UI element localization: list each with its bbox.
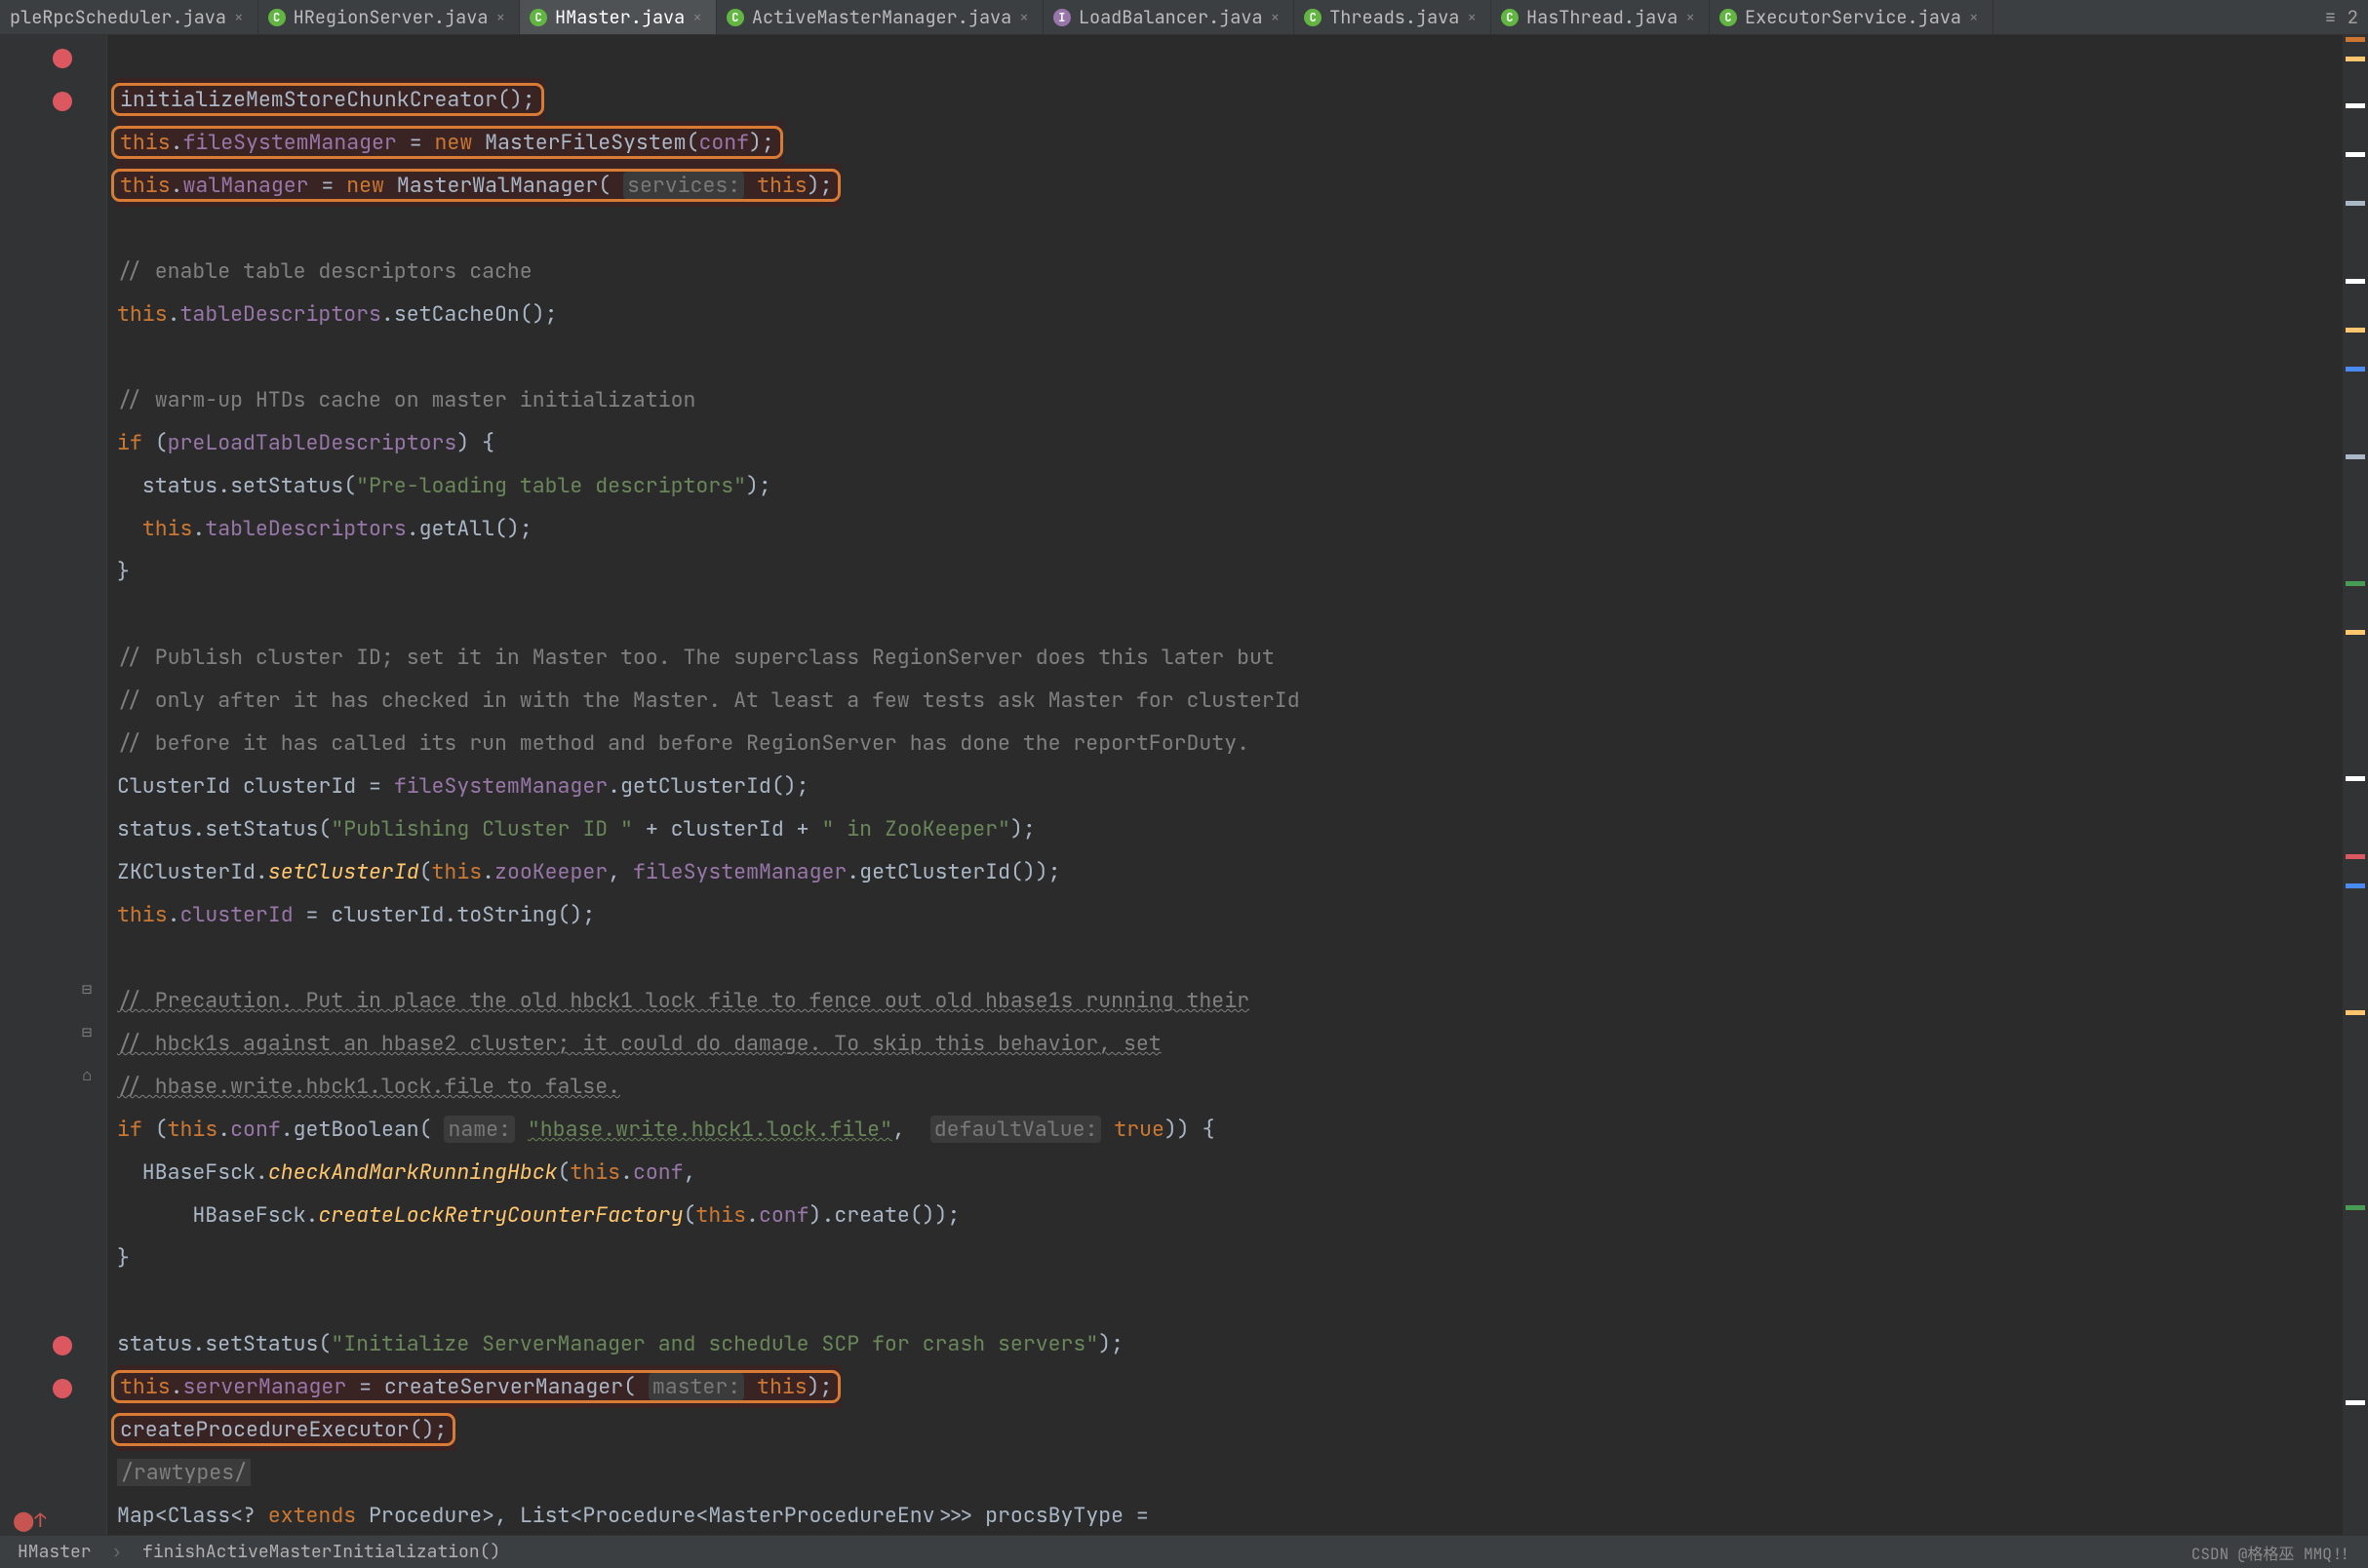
breakpoint-icon[interactable] [53, 92, 72, 111]
code-line: status.setStatus("Initialize ServerManag… [117, 1330, 1124, 1357]
tab-label: LoadBalancer.java [1079, 5, 1263, 29]
tab-hasthread[interactable]: HasThread.java × [1491, 0, 1710, 34]
vcs-up-icon[interactable]: ⬤↑ [13, 1508, 46, 1533]
tab-label: pleRpcScheduler.java [10, 5, 226, 29]
overflow-icon: ≡ 2 [2325, 5, 2358, 29]
code-pane[interactable]: initializeMemStoreChunkCreator(); this.f… [107, 35, 2343, 1535]
chevron-right-icon: › [101, 1541, 132, 1563]
code-line: /rawtypes/ [117, 1459, 251, 1486]
code-line: status.setStatus("Pre-loading table desc… [117, 472, 771, 499]
code-line: this.tableDescriptors.getAll(); [117, 515, 533, 542]
stripe-marker[interactable] [2346, 279, 2365, 284]
stripe-marker[interactable] [2346, 581, 2365, 586]
class-icon [1501, 9, 1519, 26]
code-line: Map<Class<? extends Procedure>, List<Pro… [117, 1502, 1149, 1529]
tab-threads[interactable]: Threads.java × [1294, 0, 1491, 34]
code-line: // enable table descriptors cache [117, 257, 533, 285]
collapse-icon[interactable]: ⊟ [82, 1022, 92, 1043]
stripe-marker[interactable] [2346, 883, 2365, 888]
close-icon[interactable]: × [1271, 10, 1281, 25]
interface-icon [1053, 9, 1071, 26]
breakpoint-icon[interactable] [53, 1379, 72, 1398]
code-line: // only after it has checked in with the… [117, 686, 1300, 714]
code-line: ClusterId clusterId = fileSystemManager.… [117, 772, 809, 800]
code-line: } [117, 1244, 130, 1272]
close-icon[interactable]: × [692, 10, 702, 25]
code-line: createProcedureExecutor(); [120, 1408, 447, 1451]
tab-spacer [1993, 0, 2315, 34]
tab-hmaster[interactable]: HMaster.java × [520, 0, 717, 34]
code-line: initializeMemStoreChunkCreator(); [120, 78, 535, 121]
code-line: this.clusterId = clusterId.toString(); [117, 901, 595, 928]
stripe-marker[interactable] [2346, 57, 2365, 61]
tab-loadbalancer[interactable]: LoadBalancer.java × [1044, 0, 1294, 34]
code-line: // Publish cluster ID; set it in Master … [117, 644, 1275, 671]
stripe-marker[interactable] [2346, 367, 2365, 372]
breadcrumb-item[interactable]: finishActiveMasterInitialization() [142, 1541, 500, 1563]
tab-executorservice[interactable]: ExecutorService.java × [1710, 0, 1993, 34]
tab-label: HasThread.java [1526, 5, 1677, 29]
editor: ⊟ ⊟ ⌂ ⬤↑ initializeMemStoreChunkCreator(… [0, 35, 2368, 1535]
class-icon [1304, 9, 1322, 26]
stripe-marker[interactable] [2346, 201, 2365, 206]
watermark: CSDN @格格巫 MMQ!! [2191, 1541, 2350, 1564]
tab-label: ExecutorService.java [1745, 5, 1961, 29]
close-icon[interactable]: × [495, 10, 505, 25]
breakpoint-icon[interactable] [53, 49, 72, 68]
code-line: // hbck1s against an hbase2 cluster; it … [117, 1030, 1162, 1057]
stripe-marker[interactable] [2346, 1205, 2365, 1210]
marker-stripe[interactable] [2343, 35, 2368, 1535]
tab-label: HRegionServer.java [294, 5, 489, 29]
gutter[interactable]: ⊟ ⊟ ⌂ ⬤↑ [0, 35, 107, 1535]
code-line: this.serverManager = createServerManager… [120, 1365, 832, 1408]
breakpoint-icon[interactable] [53, 1336, 72, 1355]
close-icon[interactable]: × [1685, 10, 1695, 25]
tab-activemastermanager[interactable]: ActiveMasterManager.java × [717, 0, 1044, 34]
breadcrumb-bar: HMaster › finishActiveMasterInitializati… [0, 1535, 2368, 1568]
tab-overflow[interactable]: ≡ 2 [2315, 0, 2368, 34]
code-line: // Precaution. Put in place the old hbck… [117, 987, 1249, 1014]
stripe-marker[interactable] [2346, 1400, 2365, 1405]
tab-plerpcscheduler[interactable]: pleRpcScheduler.java × [0, 0, 258, 34]
class-icon [530, 9, 547, 26]
stripe-marker[interactable] [2346, 1010, 2365, 1015]
tab-label: ActiveMasterManager.java [752, 5, 1011, 29]
code-line: this.walManager = new MasterWalManager( … [120, 164, 832, 207]
stripe-marker[interactable] [2346, 37, 2365, 42]
code-line: } [117, 558, 130, 585]
class-icon [1719, 9, 1737, 26]
code-line: HBaseFsck.checkAndMarkRunningHbck(this.c… [117, 1158, 695, 1186]
code-line: if (this.conf.getBoolean( name: "hbase.w… [117, 1116, 1215, 1143]
tab-bar: pleRpcScheduler.java × HRegionServer.jav… [0, 0, 2368, 35]
code-line: // hbase.write.hbck1.lock.file to false. [117, 1073, 620, 1100]
stripe-marker[interactable] [2346, 454, 2365, 459]
close-icon[interactable]: × [1019, 10, 1029, 25]
breadcrumb-item[interactable]: HMaster [18, 1541, 92, 1563]
code-line: this.fileSystemManager = new MasterFileS… [120, 121, 774, 164]
close-icon[interactable]: × [1467, 10, 1477, 25]
run-to-line-icon[interactable]: ⌂ [82, 1065, 92, 1086]
code-line: HBaseFsck.createLockRetryCounterFactory(… [117, 1201, 960, 1229]
breadcrumb[interactable]: HMaster › finishActiveMasterInitializati… [18, 1541, 500, 1563]
code-line: this.tableDescriptors.setCacheOn(); [117, 300, 558, 328]
stripe-marker[interactable] [2346, 152, 2365, 157]
tab-hregionserver[interactable]: HRegionServer.java × [258, 0, 520, 34]
code-line: ZKClusterId.setClusterId(this.zooKeeper,… [117, 858, 1061, 885]
stripe-marker[interactable] [2346, 854, 2365, 859]
stripe-marker[interactable] [2346, 328, 2365, 333]
code-line: if (preLoadTableDescriptors) { [117, 429, 494, 456]
class-icon [268, 9, 286, 26]
stripe-marker[interactable] [2346, 776, 2365, 781]
code-line: status.setStatus("Publishing Cluster ID … [117, 815, 1036, 843]
tab-label: HMaster.java [555, 5, 685, 29]
stripe-marker[interactable] [2346, 103, 2365, 108]
code-line: // before it has called its run method a… [117, 729, 1249, 757]
close-icon[interactable]: × [1969, 10, 1979, 25]
class-icon [727, 9, 744, 26]
code-line: // warm-up HTDs cache on master initiali… [117, 386, 695, 413]
close-icon[interactable]: × [234, 10, 244, 25]
tab-label: Threads.java [1329, 5, 1459, 29]
collapse-icon[interactable]: ⊟ [82, 979, 92, 1000]
stripe-marker[interactable] [2346, 630, 2365, 635]
